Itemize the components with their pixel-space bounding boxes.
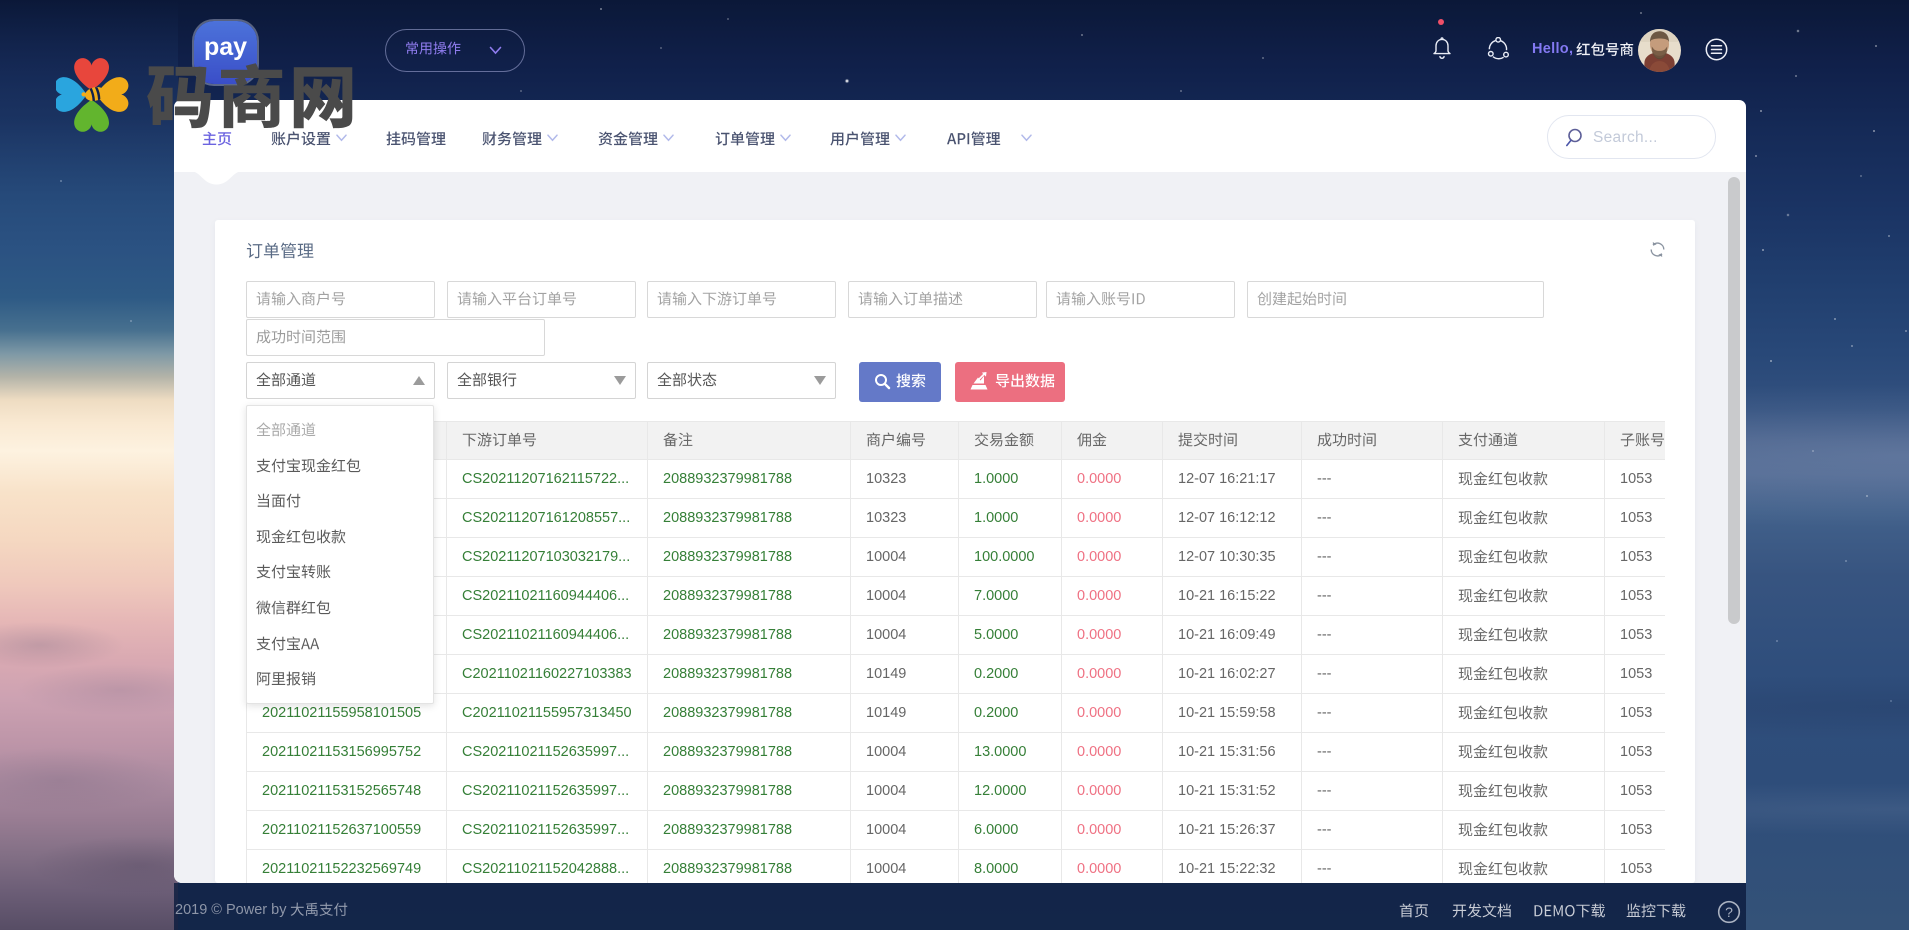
- svg-text:?: ?: [1725, 904, 1733, 920]
